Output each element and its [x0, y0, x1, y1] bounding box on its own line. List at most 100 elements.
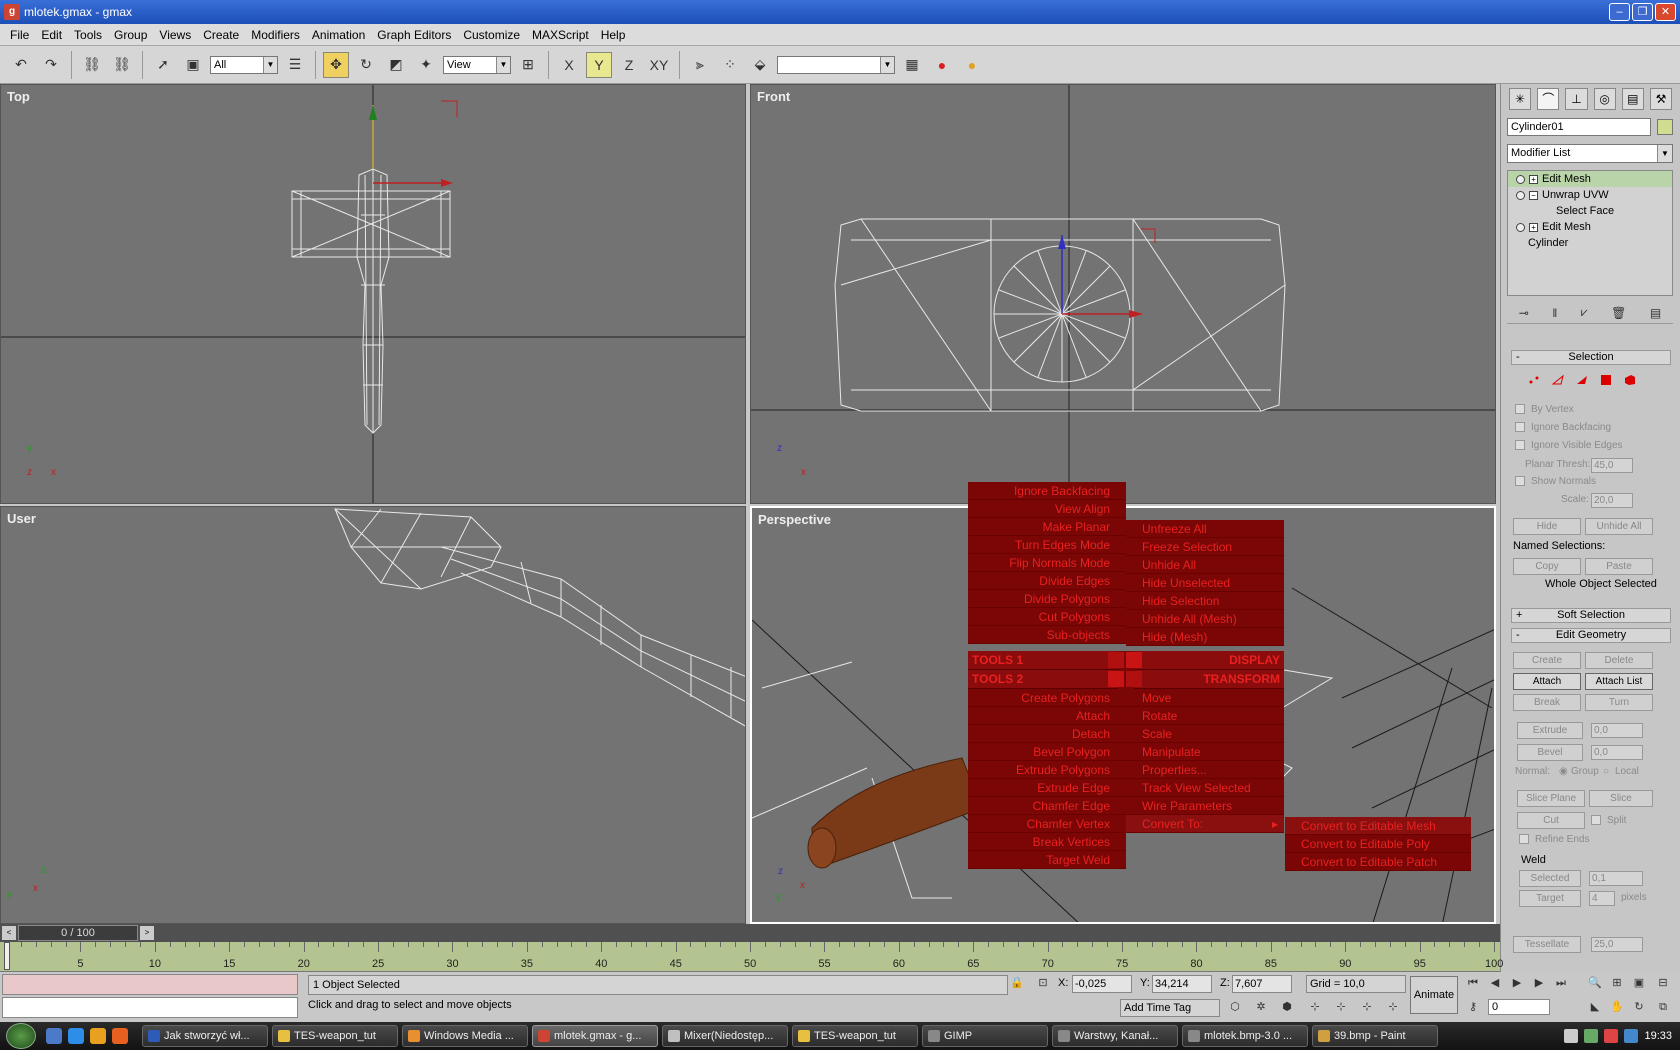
- normal-radio-local-icon[interactable]: ○: [1603, 766, 1609, 777]
- hierarchy-tab-icon[interactable]: ⊥: [1565, 88, 1588, 110]
- collapse-icon[interactable]: −: [1529, 190, 1538, 200]
- z-coord-field[interactable]: 7,607: [1232, 975, 1292, 993]
- array-icon[interactable]: ⁘: [717, 52, 743, 78]
- task-button[interactable]: Windows Media ...: [402, 1025, 528, 1047]
- show-desktop-icon[interactable]: [46, 1028, 62, 1044]
- move-icon[interactable]: ✥: [323, 51, 349, 78]
- lock-selection-icon[interactable]: 🔒: [1006, 974, 1028, 994]
- task-button-active[interactable]: mlotek.gmax - g...: [532, 1025, 658, 1047]
- quad-item-target-weld[interactable]: Target Weld: [968, 851, 1126, 869]
- zoom-icon[interactable]: 🔍: [1584, 974, 1606, 994]
- x-coord-field[interactable]: -0,025: [1072, 975, 1132, 993]
- pan-icon[interactable]: ✋: [1606, 998, 1628, 1018]
- tray-icon[interactable]: [1584, 1029, 1599, 1043]
- tray-icon[interactable]: [1624, 1029, 1639, 1043]
- mirror-icon[interactable]: ⫸: [687, 52, 713, 78]
- bulb-icon[interactable]: [1516, 222, 1525, 232]
- tessellate-field[interactable]: 25,0: [1591, 937, 1643, 952]
- modify-tab-icon[interactable]: ⌒: [1537, 88, 1560, 110]
- material-editor-icon[interactable]: ●: [929, 52, 955, 78]
- tessellate-button[interactable]: Tessellate: [1513, 936, 1581, 953]
- bulb-icon[interactable]: [1516, 190, 1525, 200]
- quad-item-divide-edges[interactable]: Divide Edges: [968, 572, 1126, 590]
- spinner-snap-icon[interactable]: ⊹: [1304, 998, 1326, 1018]
- stack-item-edit-mesh[interactable]: + Edit Mesh: [1508, 171, 1672, 187]
- menu-graph-editors[interactable]: Graph Editors: [371, 28, 457, 42]
- menu-maxscript[interactable]: MAXScript: [526, 28, 595, 42]
- create-tab-icon[interactable]: ✳: [1509, 88, 1532, 110]
- quad-item-rotate[interactable]: Rotate: [1126, 707, 1284, 725]
- hide-button[interactable]: Hide: [1513, 518, 1581, 535]
- key-mode-icon[interactable]: ⚷: [1462, 998, 1484, 1018]
- menu-views[interactable]: Views: [153, 28, 197, 42]
- maxscript-listener-output[interactable]: [2, 974, 298, 995]
- display-tab-icon[interactable]: ▤: [1621, 88, 1644, 110]
- absolute-mode-icon[interactable]: ⊡: [1032, 974, 1054, 994]
- quad-item-chamfer-vertex[interactable]: Chamfer Vertex: [968, 815, 1126, 833]
- add-time-tag[interactable]: Add Time Tag: [1120, 999, 1220, 1017]
- object-color-swatch[interactable]: [1657, 119, 1673, 135]
- undo-icon[interactable]: ↶: [8, 52, 34, 78]
- expand-icon[interactable]: +: [1529, 174, 1538, 184]
- copy-button[interactable]: Copy: [1513, 558, 1581, 575]
- show-end-result-icon[interactable]: ‖: [1552, 306, 1557, 320]
- task-button[interactable]: Warstwy, Kanał...: [1052, 1025, 1178, 1047]
- selection-filter-dropdown[interactable]: All ▼: [210, 55, 278, 74]
- pivot-center-icon[interactable]: ⊞: [515, 52, 541, 78]
- current-frame-field[interactable]: 0: [1488, 999, 1550, 1015]
- unhide-all-button[interactable]: Unhide All: [1585, 518, 1653, 535]
- scale-field[interactable]: 20,0: [1591, 493, 1633, 508]
- quad-item-unfreeze-all[interactable]: Unfreeze All: [1126, 520, 1284, 538]
- quad-item-bevel-polygon[interactable]: Bevel Polygon: [968, 743, 1126, 761]
- go-to-start-icon[interactable]: ⏮: [1462, 974, 1484, 994]
- quad-item-track-view-selected[interactable]: Track View Selected: [1126, 779, 1284, 797]
- menu-edit[interactable]: Edit: [35, 28, 68, 42]
- convert-editable-poly[interactable]: Convert to Editable Poly: [1285, 835, 1471, 853]
- manipulate-icon[interactable]: ✦: [413, 52, 439, 78]
- menu-file[interactable]: File: [4, 28, 35, 42]
- previous-frame-icon[interactable]: ◀: [1484, 974, 1506, 994]
- weld-selected-field[interactable]: 0,1: [1589, 871, 1643, 886]
- region-select-icon[interactable]: ▣: [180, 52, 206, 78]
- slice-button[interactable]: Slice: [1589, 790, 1653, 807]
- turn-button[interactable]: Turn: [1585, 694, 1653, 711]
- attach-list-button[interactable]: Attach List: [1585, 673, 1653, 690]
- stack-item-select-face[interactable]: Select Face: [1508, 203, 1672, 219]
- min-max-toggle-icon[interactable]: ⧉: [1652, 998, 1674, 1018]
- quad-item-unhide-all[interactable]: Unhide All: [1126, 556, 1284, 574]
- quad-item-freeze-selection[interactable]: Freeze Selection: [1126, 538, 1284, 556]
- select-arrow-icon[interactable]: ➚: [150, 52, 176, 78]
- track-position-marker[interactable]: [4, 942, 10, 970]
- quad-item-wire-parameters[interactable]: Wire Parameters: [1126, 797, 1284, 815]
- task-button[interactable]: GIMP: [922, 1025, 1048, 1047]
- link-icon[interactable]: ⛓: [79, 52, 105, 78]
- edge-icon[interactable]: [1551, 374, 1565, 386]
- redo-icon[interactable]: ↷: [38, 52, 64, 78]
- split-checkbox[interactable]: [1591, 815, 1601, 825]
- quad-item-extrude-edge[interactable]: Extrude Edge: [968, 779, 1126, 797]
- named-selection-dropdown[interactable]: ▼: [777, 55, 895, 74]
- ignore-visible-edges-checkbox[interactable]: [1515, 440, 1525, 450]
- axis-y-button[interactable]: Y: [586, 51, 612, 78]
- edit-geometry-rollout[interactable]: - Edit Geometry: [1511, 628, 1671, 643]
- named-selection-icon[interactable]: ⊹: [1356, 998, 1378, 1018]
- viewport-front[interactable]: Front z x: [750, 84, 1496, 504]
- quad-item-ignore-backfacing[interactable]: Ignore Backfacing: [968, 482, 1126, 500]
- show-normals-checkbox[interactable]: [1515, 476, 1525, 486]
- percent-snap-icon[interactable]: ⬢: [1276, 998, 1298, 1018]
- quad-item-flip-normals-mode[interactable]: Flip Normals Mode: [968, 554, 1126, 572]
- bulb-icon[interactable]: [1516, 174, 1525, 184]
- quad-item-extrude-polygons[interactable]: Extrude Polygons: [968, 761, 1126, 779]
- quad-item-hide-unselected[interactable]: Hide Unselected: [1126, 574, 1284, 592]
- weld-target-button[interactable]: Target: [1519, 890, 1581, 907]
- quad-item-attach[interactable]: Attach: [968, 707, 1126, 725]
- cut-button[interactable]: Cut: [1517, 812, 1585, 829]
- media-player-icon[interactable]: [90, 1028, 106, 1044]
- task-button[interactable]: Mixer(Niedostęp...: [662, 1025, 788, 1047]
- quad-item-scale[interactable]: Scale: [1126, 725, 1284, 743]
- attach-button[interactable]: Attach: [1513, 673, 1581, 690]
- weld-target-field[interactable]: 4: [1589, 891, 1615, 906]
- menu-customize[interactable]: Customize: [457, 28, 526, 42]
- tray-icon[interactable]: [1564, 1029, 1579, 1043]
- task-button[interactable]: TES-weapon_tut: [792, 1025, 918, 1047]
